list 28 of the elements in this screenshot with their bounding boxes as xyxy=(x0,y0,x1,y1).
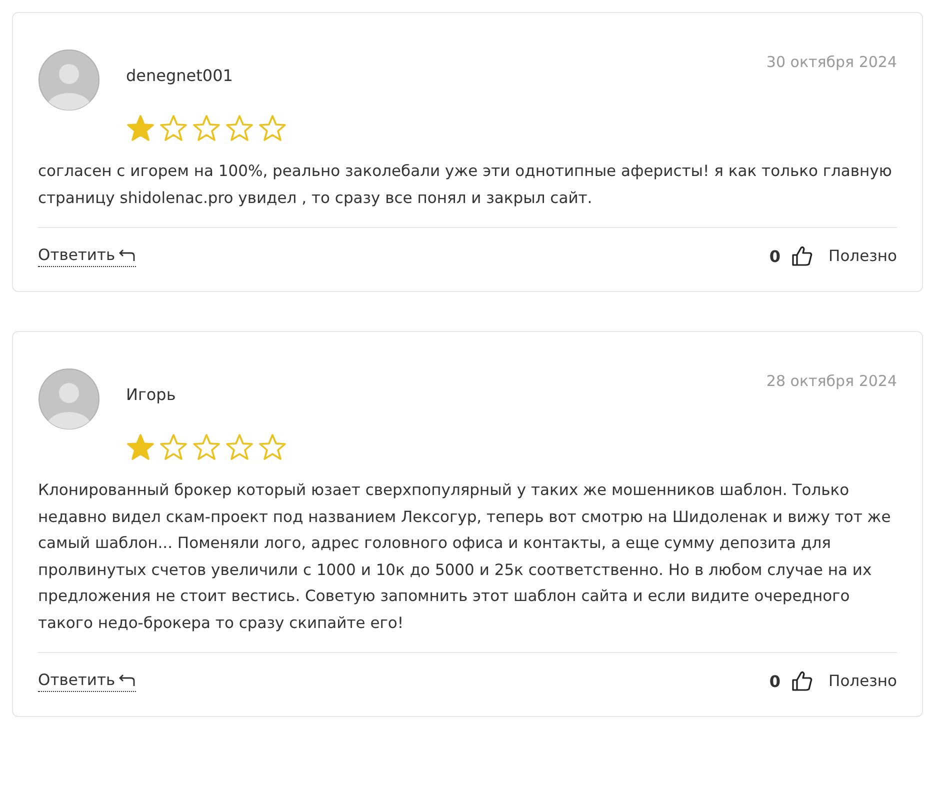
review-date: 30 октября 2024 xyxy=(766,53,897,71)
empty-star-icon xyxy=(258,114,287,142)
filled-star-icon xyxy=(126,433,155,461)
reply-link[interactable]: Ответить xyxy=(38,246,136,266)
empty-star-icon xyxy=(159,433,188,461)
thumbs-up-icon[interactable] xyxy=(790,670,813,692)
like-count: 0 xyxy=(769,672,781,690)
reply-arrow-icon xyxy=(118,248,136,262)
avatar-icon xyxy=(38,49,100,111)
empty-star-icon xyxy=(258,433,287,461)
empty-star-icon xyxy=(192,114,221,142)
reply-link[interactable]: Ответить xyxy=(38,670,136,692)
empty-star-icon xyxy=(159,114,188,142)
empty-star-icon xyxy=(192,433,221,461)
review-text: Клонированный брокер который юзает сверхпопулярный у таких же мошенников шаблон. Только недавно видел скам-проект под названием Лексогур, теперь вот смотрю на Шидоленак и вижу тот же самый шаблон... Поменяли лого, адрес головного офиса и контакты, а еще сумму депозита для пролвинутых счетов увеличили с 1000 и 10к до 5000 и 25к соответственно. Но в любом случае на их предложения не стоит вестись. Советую запомнить этот шаблон сайта и если видите очередного такого недо-брокера то сразу скипайте его! xyxy=(38,480,892,634)
empty-star-icon xyxy=(225,114,254,142)
helpful-label[interactable]: Полезно xyxy=(828,247,897,265)
review-text: согласен с игорем на 100%, реально заколебали уже эти однотипные аферисты! я как только главную страницу shidolenac.pro увидел , то сразу все понял и закрыл сайт. xyxy=(38,161,893,208)
reply-arrow-icon xyxy=(118,672,136,686)
author-name: Игорь xyxy=(126,385,177,404)
thumbs-up-icon[interactable] xyxy=(790,245,813,267)
helpful-label[interactable]: Полезно xyxy=(828,672,897,690)
review-date: 28 октября 2024 xyxy=(766,372,897,390)
avatar-icon xyxy=(38,368,100,430)
like-count: 0 xyxy=(769,246,781,266)
filled-star-icon xyxy=(126,114,155,142)
author-name: denegnet001 xyxy=(126,66,234,85)
empty-star-icon xyxy=(225,433,254,461)
